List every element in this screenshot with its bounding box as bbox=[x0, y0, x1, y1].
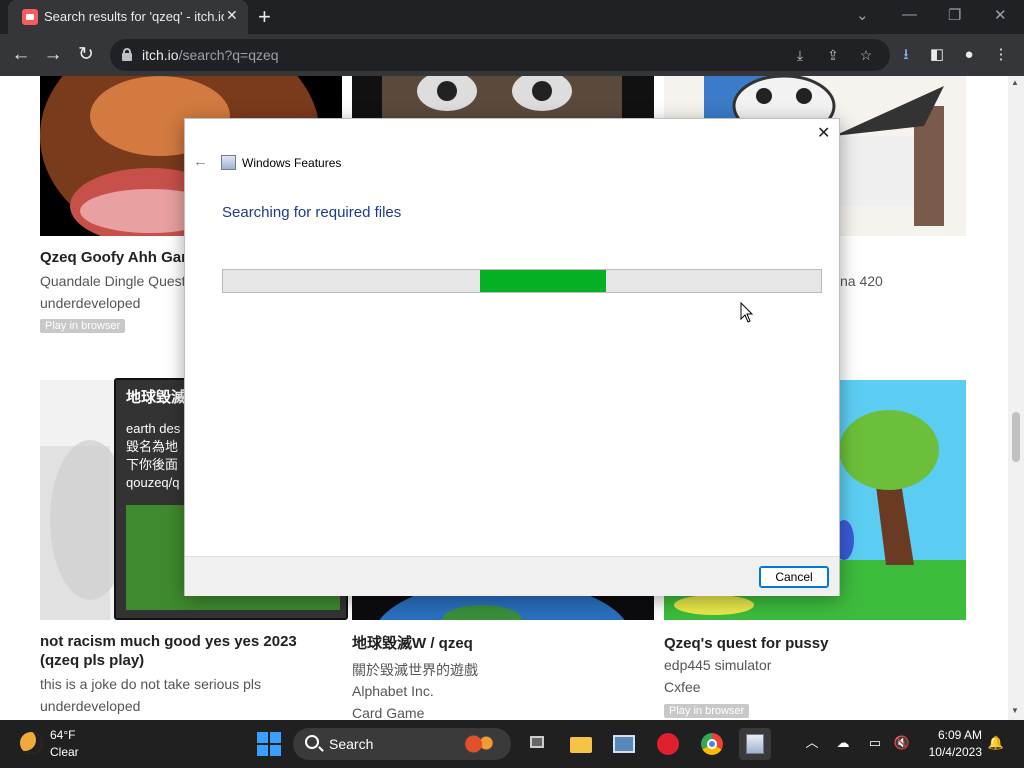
browser-tabbar: Search results for 'qzeq' - itch.io ✕ + … bbox=[0, 0, 1024, 34]
game-title[interactable]: Qzeq's quest for pussy bbox=[664, 634, 828, 653]
browser-toolbar: ← → ↻ itch.io/search?q=qzeq ⤓ ⇪ ☆ ⭳ ◧ ● … bbox=[0, 34, 1024, 76]
downloads-icon[interactable]: ⭳ bbox=[895, 44, 917, 66]
game-author[interactable]: Alphabet Inc. bbox=[352, 683, 434, 699]
install-app-icon[interactable]: ⤓ bbox=[790, 45, 810, 65]
side-panel-icon[interactable]: ◧ bbox=[926, 44, 948, 66]
itchio-favicon-icon bbox=[22, 9, 38, 25]
tray-chevron-up-icon[interactable]: ︿ bbox=[803, 734, 821, 752]
cancel-button[interactable]: Cancel bbox=[759, 566, 829, 588]
chrome-browser-icon[interactable] bbox=[696, 728, 728, 760]
progress-bar-fill bbox=[480, 270, 606, 292]
game-title[interactable]: 地球毀滅W / qzeq bbox=[352, 634, 473, 653]
task-view-icon[interactable] bbox=[522, 728, 554, 760]
search-highlight-icon bbox=[461, 734, 497, 754]
restore-icon[interactable]: ❐ bbox=[948, 6, 961, 24]
play-in-browser-tag: Play in browser bbox=[664, 704, 750, 718]
mouse-cursor-icon bbox=[740, 302, 754, 323]
notification-bell-icon[interactable]: 🔔 bbox=[987, 734, 1005, 752]
share-icon[interactable]: ⇪ bbox=[823, 45, 843, 65]
onedrive-cloud-icon[interactable]: ☁ bbox=[834, 734, 852, 752]
scroll-up-icon[interactable]: ▲ bbox=[1011, 78, 1019, 87]
game-title[interactable]: not racism much good yes yes 2023 (qzeq … bbox=[40, 632, 340, 670]
search-icon bbox=[305, 735, 319, 749]
game-status: underdeveloped bbox=[40, 295, 141, 311]
clock-time[interactable]: 6:09 AM bbox=[920, 728, 982, 742]
game-status: underdeveloped bbox=[40, 698, 141, 714]
window-close-icon[interactable]: ✕ bbox=[994, 6, 1007, 24]
weather-condition[interactable]: Clear bbox=[50, 745, 79, 759]
network-icon[interactable]: ▭ bbox=[866, 734, 884, 752]
minimize-icon[interactable]: — bbox=[902, 6, 917, 23]
game-subtitle: edp445 simulator bbox=[664, 657, 772, 673]
url-path: /search?q=qzeq bbox=[178, 47, 279, 63]
dialog-back-arrow-icon: ← bbox=[193, 153, 208, 170]
browser-tab[interactable]: Search results for 'qzeq' - itch.io ✕ bbox=[8, 0, 248, 34]
page-scrollbar[interactable]: ▲ ▼ bbox=[1008, 76, 1024, 720]
bookmark-star-icon[interactable]: ☆ bbox=[856, 45, 876, 65]
scroll-thumb[interactable] bbox=[1012, 412, 1020, 462]
tab-close-icon[interactable]: ✕ bbox=[226, 7, 238, 24]
popup-line: 下你後面 bbox=[126, 457, 179, 472]
windows-features-dialog: ✕ ← Windows Features Searching for requi… bbox=[184, 118, 840, 596]
photos-app-icon[interactable] bbox=[608, 728, 640, 760]
windows-start-icon[interactable] bbox=[257, 732, 281, 756]
dialog-close-icon[interactable]: ✕ bbox=[817, 123, 830, 143]
volume-muted-icon[interactable]: 🔇 bbox=[893, 734, 911, 752]
game-author[interactable]: Cxfee bbox=[664, 679, 701, 695]
address-bar[interactable]: itch.io/search?q=qzeq ⤓ ⇪ ☆ bbox=[110, 39, 890, 71]
game-subtitle: 關於毀滅世界的遊戲 bbox=[352, 662, 478, 678]
game-author[interactable]: Quandale Dingle Quest bbox=[40, 273, 184, 289]
popup-line: 毀名為地 bbox=[126, 439, 179, 454]
windows-features-app-icon bbox=[221, 155, 236, 170]
url-host: itch.io bbox=[142, 47, 179, 63]
profile-avatar-icon[interactable]: ● bbox=[958, 44, 980, 66]
dialog-footer: Cancel bbox=[185, 556, 839, 596]
weather-temperature[interactable]: 64°F bbox=[50, 728, 75, 742]
game-author[interactable]: na 420 bbox=[840, 273, 883, 289]
taskbar-search-box[interactable]: Search bbox=[293, 728, 511, 760]
popup-line: earth des bbox=[126, 421, 181, 436]
popup-line: qouzeq/q bbox=[126, 475, 180, 490]
progress-bar bbox=[222, 269, 822, 293]
opera-browser-icon[interactable] bbox=[652, 728, 684, 760]
popup-description: earth des 毀名為地 下你後面 qouzeq/q bbox=[126, 420, 186, 492]
tab-search-chevron-icon[interactable]: ⌄ bbox=[856, 6, 869, 24]
tab-title: Search results for 'qzeq' - itch.io bbox=[44, 9, 224, 24]
clock-date[interactable]: 10/4/2023 bbox=[920, 745, 982, 759]
reload-icon[interactable]: ↻ bbox=[73, 42, 99, 68]
windows-features-taskbar-icon[interactable] bbox=[739, 728, 771, 760]
dialog-heading: Searching for required files bbox=[222, 204, 402, 221]
url-text[interactable]: itch.io/search?q=qzeq bbox=[142, 47, 279, 63]
lock-icon[interactable] bbox=[122, 48, 132, 61]
popup-title: 地球毀滅 bbox=[126, 389, 187, 406]
back-arrow-icon[interactable]: ← bbox=[8, 42, 34, 68]
more-menu-icon[interactable]: ⋮ bbox=[990, 44, 1012, 66]
taskbar-search-label: Search bbox=[329, 736, 374, 752]
dialog-app-title: Windows Features bbox=[242, 156, 342, 170]
new-tab-icon[interactable]: + bbox=[258, 4, 271, 30]
game-title[interactable]: Qzeq Goofy Ahh Gar bbox=[40, 248, 184, 267]
game-genre: Card Game bbox=[352, 705, 425, 720]
play-in-browser-tag: Play in browser bbox=[40, 319, 126, 333]
scroll-down-icon[interactable]: ▼ bbox=[1011, 706, 1019, 715]
forward-arrow-icon[interactable]: → bbox=[40, 42, 66, 68]
windows-taskbar: 64°F Clear Search ︿ ☁ ▭ 🔇 6:09 AM 10/4/2… bbox=[0, 720, 1024, 768]
file-explorer-icon[interactable] bbox=[565, 728, 597, 760]
moon-weather-icon[interactable] bbox=[20, 732, 42, 754]
game-subtitle: this is a joke do not take serious pls bbox=[40, 676, 262, 692]
